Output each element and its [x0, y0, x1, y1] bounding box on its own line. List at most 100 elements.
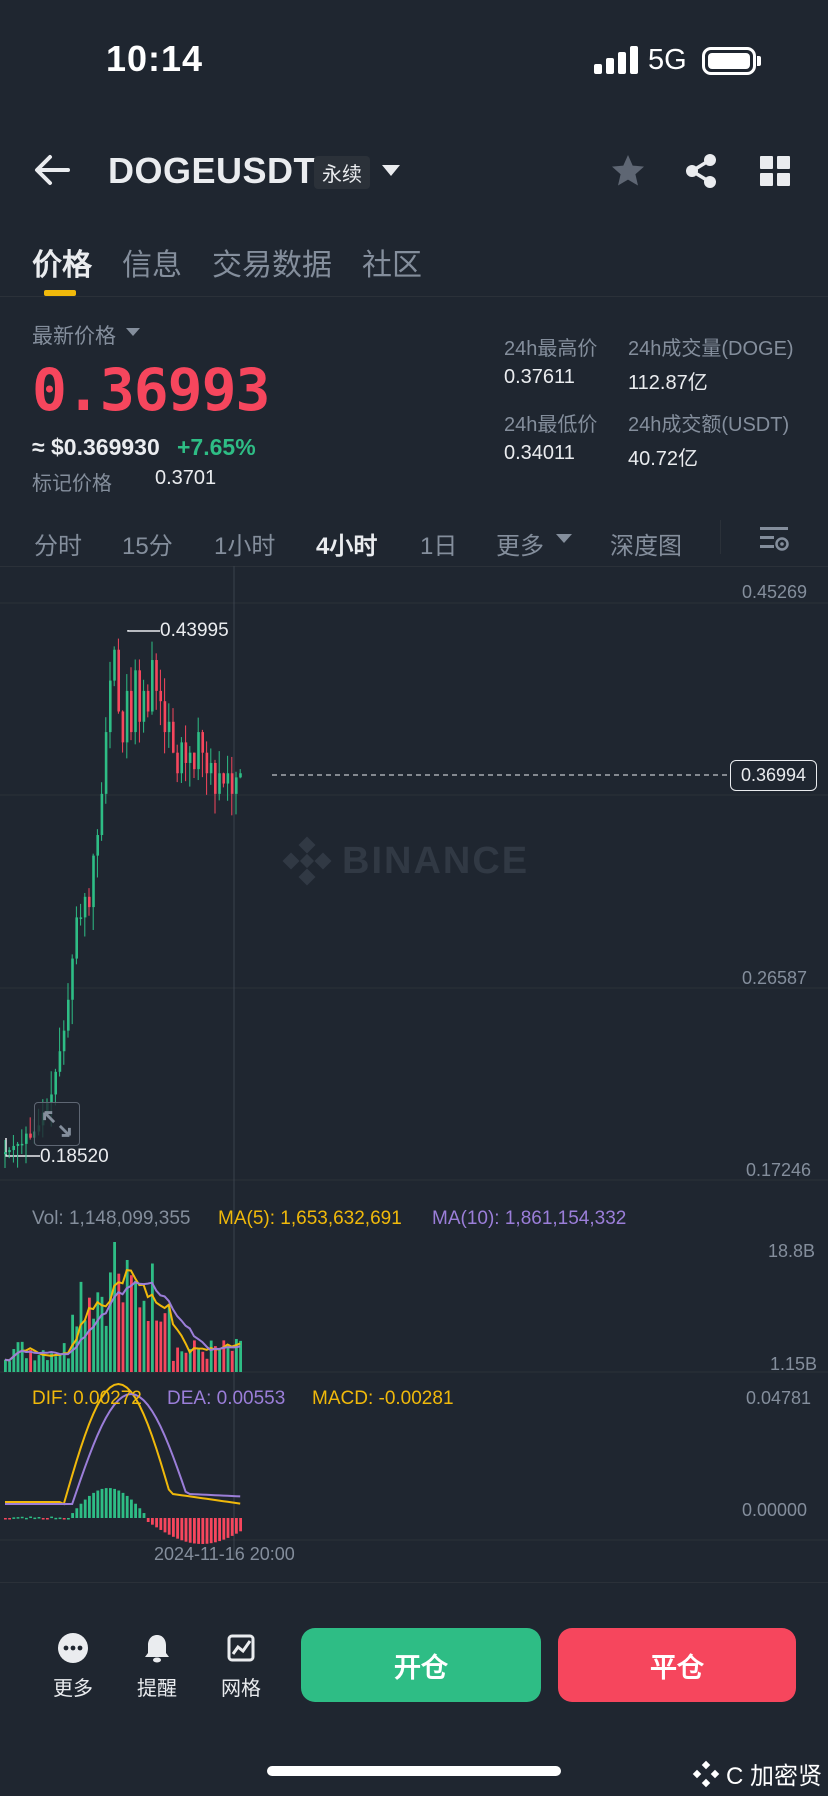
- expand-chart-icon[interactable]: [34, 1102, 80, 1146]
- low-24h-value: 0.34011: [504, 442, 575, 464]
- macd-bar: [230, 1518, 234, 1536]
- macd-bar: [92, 1492, 95, 1518]
- share-icon[interactable]: [684, 153, 718, 189]
- macd-bar: [205, 1518, 209, 1544]
- interval-separator: [720, 520, 721, 554]
- macd-bar: [8, 1518, 11, 1520]
- macd-bar: [67, 1518, 70, 1520]
- candle-body: [88, 896, 91, 908]
- macd-histogram: [4, 1488, 242, 1544]
- favorite-star-icon[interactable]: [610, 153, 646, 189]
- macd-bar: [33, 1517, 37, 1520]
- symbol-title[interactable]: DOGEUSDT: [108, 150, 316, 192]
- interval-more[interactable]: 更多: [496, 526, 544, 561]
- symbol-dropdown-icon[interactable]: [382, 165, 400, 176]
- usd-price: ≈ $0.369930: [32, 434, 160, 460]
- chart-settings-icon[interactable]: [758, 524, 790, 554]
- macd-bar: [117, 1490, 121, 1518]
- candle-body: [25, 1133, 28, 1144]
- volume-bar: [205, 1358, 209, 1372]
- volume-bar: [184, 1352, 188, 1372]
- volume-bar: [230, 1350, 234, 1372]
- tab-trading-data[interactable]: 交易数据: [212, 240, 332, 284]
- status-time: 10:14: [106, 38, 204, 79]
- tab-community[interactable]: 社区: [362, 240, 422, 284]
- volume-bar: [20, 1341, 24, 1372]
- macd-bar: [20, 1516, 24, 1519]
- current-price-tag: 0.36994: [730, 760, 818, 791]
- grid-trading-button[interactable]: 网格: [206, 1632, 276, 1701]
- candle-body: [16, 1143, 20, 1146]
- interval-15m[interactable]: 15分: [122, 526, 173, 561]
- alert-label: 提醒: [137, 1678, 177, 1700]
- high-24h-value: 0.37611: [504, 366, 575, 388]
- macd-bar: [88, 1495, 91, 1518]
- volume-bar: [117, 1273, 121, 1372]
- macd-bar: [109, 1488, 112, 1518]
- macd-bar: [235, 1518, 238, 1534]
- volume-ma10-legend: MA(10): 1,861,154,332: [432, 1208, 627, 1229]
- candle-body: [209, 762, 213, 774]
- latest-price-label[interactable]: 最新价格: [32, 320, 116, 350]
- interval-4h[interactable]: 4小时: [316, 526, 377, 561]
- candle-body: [214, 762, 217, 794]
- candle-body: [58, 1051, 62, 1072]
- grid-label: 网格: [221, 1678, 261, 1700]
- macd-bar: [16, 1517, 20, 1519]
- candle-body: [138, 670, 141, 722]
- macd-bar: [121, 1492, 125, 1518]
- volume-bar: [142, 1300, 146, 1372]
- volume-bar: [209, 1340, 213, 1372]
- interval-time-sharing[interactable]: 分时: [34, 526, 82, 561]
- bottom-bar-divider: [0, 1582, 828, 1583]
- candle-body: [193, 752, 196, 770]
- macd-axis-top: 0.04781: [746, 1388, 812, 1408]
- candle-body: [230, 773, 234, 794]
- volume-bar: [16, 1342, 20, 1372]
- binance-watermark: BINANCE: [282, 836, 529, 886]
- interval-1h[interactable]: 1小时: [214, 526, 275, 561]
- candle-body: [104, 732, 108, 794]
- high-marker-line: [127, 630, 160, 632]
- macd-bar: [201, 1518, 205, 1544]
- volume-bar: [159, 1321, 163, 1372]
- volume-bar: [12, 1349, 16, 1372]
- candle-body: [167, 721, 171, 733]
- volume-bar: [180, 1351, 184, 1372]
- candle-body: [113, 649, 116, 681]
- volume-bar: [113, 1242, 116, 1372]
- macd-bar: [180, 1518, 184, 1541]
- candle-body: [8, 1150, 11, 1153]
- kline-chart[interactable]: [0, 566, 828, 1566]
- candle-body: [29, 1133, 32, 1138]
- alert-button[interactable]: 提醒: [122, 1632, 192, 1701]
- candle-body: [151, 660, 154, 712]
- candle-body: [142, 690, 146, 722]
- tab-info[interactable]: 信息: [122, 240, 182, 284]
- back-arrow-icon[interactable]: [32, 152, 72, 188]
- macd-bar: [214, 1518, 217, 1543]
- more-dropdown-icon[interactable]: [556, 534, 572, 543]
- volume-base-value: 112.87亿: [628, 372, 708, 394]
- macd-bar: [226, 1518, 230, 1538]
- macd-bar: [239, 1518, 242, 1532]
- layout-grid-icon[interactable]: [760, 156, 790, 186]
- candle-body: [125, 690, 129, 743]
- candle-body: [71, 958, 74, 1000]
- close-position-button[interactable]: 平仓: [558, 1628, 796, 1702]
- signal-icon: [594, 46, 638, 74]
- latest-price-dropdown-icon[interactable]: [126, 328, 140, 336]
- macd-bar: [71, 1513, 74, 1518]
- macd-bar: [142, 1513, 146, 1518]
- candle-body: [159, 690, 162, 702]
- more-button[interactable]: 更多: [38, 1632, 108, 1701]
- depth-chart-tab[interactable]: 深度图: [610, 526, 682, 561]
- candle-body: [75, 917, 78, 959]
- candle-body: [121, 711, 125, 743]
- open-position-button[interactable]: 开仓: [301, 1628, 541, 1702]
- tab-price[interactable]: 价格: [32, 240, 92, 284]
- volume-bar: [176, 1347, 179, 1372]
- candle-body: [79, 917, 83, 919]
- interval-1d[interactable]: 1日: [420, 526, 457, 561]
- crosshair-date-label: 2024-11-16 20:00: [154, 1544, 295, 1564]
